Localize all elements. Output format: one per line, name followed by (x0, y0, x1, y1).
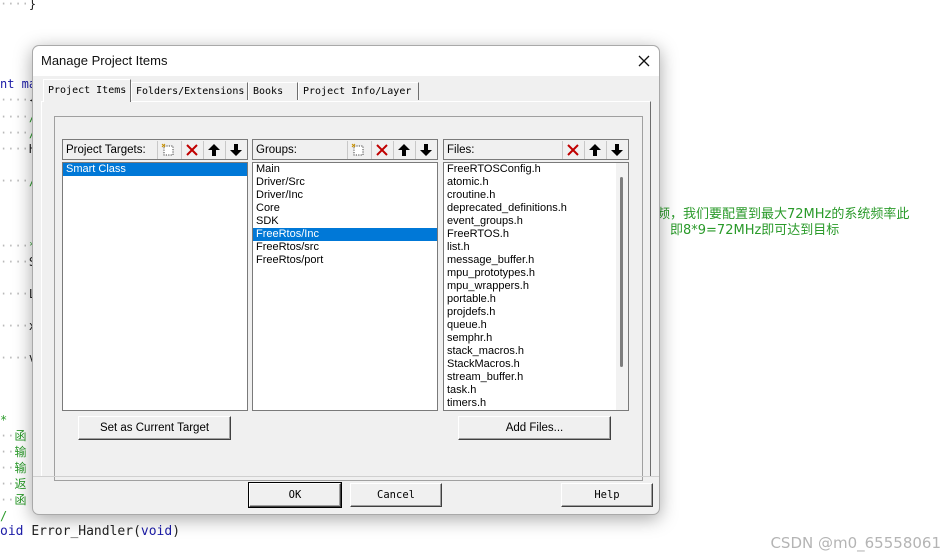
list-item[interactable]: projdefs.h (444, 306, 628, 319)
code-line: ····{ (0, 93, 36, 107)
code-line: ····/ (0, 110, 36, 124)
code-line: ··返 (0, 477, 27, 491)
groups-header: Groups: (252, 139, 438, 160)
new-item-icon (161, 143, 173, 156)
code-line: ··输 (0, 445, 27, 459)
delete-target-button[interactable] (181, 141, 201, 159)
cancel-button[interactable]: Cancel (350, 483, 442, 507)
new-item-icon (351, 143, 363, 156)
list-item[interactable]: deprecated_definitions.h (444, 202, 628, 215)
targets-header: Project Targets: (62, 139, 248, 160)
list-item[interactable]: stack_macros.h (444, 345, 628, 358)
arrow-up-icon (397, 144, 410, 156)
list-item[interactable]: semphr.h (444, 332, 628, 345)
dialog-title: Manage Project Items (41, 53, 168, 68)
list-item[interactable]: croutine.h (444, 189, 628, 202)
code-line-error-handler: oid Error_Handler(void) (0, 524, 181, 539)
list-item[interactable]: Smart Class (63, 163, 247, 176)
code-line: ··函 (0, 493, 27, 507)
tab-folders-extensions[interactable]: Folders/Extensions (131, 82, 248, 100)
delete-icon (185, 144, 198, 156)
list-item[interactable]: StackMacros.h (444, 358, 628, 371)
code-comment-line: 即8*9=72MHz即可达到目标 (670, 223, 840, 238)
list-item[interactable]: FreeRtos/src (253, 241, 437, 254)
list-item[interactable]: FreeRtos/port (253, 254, 437, 267)
arrow-down-icon (229, 144, 242, 156)
tab-project-info-layer[interactable]: Project Info/Layer (298, 82, 419, 100)
list-item[interactable]: mpu_wrappers.h (444, 280, 628, 293)
tab-project-items[interactable]: Project Items (43, 79, 131, 102)
close-button[interactable] (629, 46, 659, 76)
move-target-up-button[interactable] (203, 141, 223, 159)
code-line: ····} (0, 0, 37, 11)
code-line: nt ma (0, 77, 37, 91)
list-item[interactable]: mpu_prototypes.h (444, 267, 628, 280)
list-item[interactable]: list.h (444, 241, 628, 254)
list-item[interactable]: SDK (253, 215, 437, 228)
move-target-down-button[interactable] (225, 141, 245, 159)
watermark: CSDN @m0_65558061 (770, 534, 941, 552)
list-item[interactable]: Core (253, 202, 437, 215)
code-line: ··输 (0, 461, 27, 475)
list-item[interactable]: task.h (444, 384, 628, 397)
list-item[interactable]: event_groups.h (444, 215, 628, 228)
list-item[interactable]: Driver/Src (253, 176, 437, 189)
list-item[interactable]: FreeRTOS.h (444, 228, 628, 241)
list-item[interactable]: timers.h (444, 397, 628, 410)
delete-icon (566, 144, 579, 156)
code-line: / (0, 509, 8, 523)
files-scrollbar[interactable] (616, 163, 628, 410)
list-item[interactable]: portable.h (444, 293, 628, 306)
new-target-button[interactable] (157, 141, 177, 159)
move-group-up-button[interactable] (393, 141, 413, 159)
list-item[interactable]: atomic.h (444, 176, 628, 189)
delete-group-button[interactable] (371, 141, 391, 159)
dialog-titlebar[interactable]: Manage Project Items (33, 46, 659, 76)
code-line: ····/ (0, 126, 36, 140)
arrow-up-icon (207, 144, 220, 156)
list-item[interactable]: stream_buffer.h (444, 371, 628, 384)
list-item[interactable]: Driver/Inc (253, 189, 437, 202)
close-icon (638, 55, 650, 67)
code-line: ··函 (0, 429, 27, 443)
move-group-down-button[interactable] (415, 141, 435, 159)
files-header: Files: (443, 139, 629, 160)
delete-icon (375, 144, 388, 156)
delete-file-button[interactable] (562, 141, 582, 159)
list-item[interactable]: queue.h (444, 319, 628, 332)
list-item[interactable]: message_buffer.h (444, 254, 628, 267)
move-file-up-button[interactable] (584, 141, 604, 159)
arrow-down-icon (610, 144, 623, 156)
manage-project-items-dialog: Manage Project Items Project Items Folde… (32, 45, 660, 515)
list-item[interactable]: FreeRTOSConfig.h (444, 163, 628, 176)
arrow-up-icon (588, 144, 601, 156)
move-file-down-button[interactable] (606, 141, 626, 159)
groups-list[interactable]: Main Driver/Src Driver/Inc Core SDK Free… (252, 162, 438, 411)
files-label: Files: (447, 144, 475, 156)
code-line: ····/ (0, 174, 36, 188)
list-item[interactable]: Main (253, 163, 437, 176)
targets-list[interactable]: Smart Class (62, 162, 248, 411)
code-line: * (0, 413, 8, 427)
set-current-target-button[interactable]: Set as Current Target (78, 416, 231, 440)
groups-label: Groups: (256, 144, 297, 156)
add-files-button[interactable]: Add Files... (458, 416, 611, 440)
new-group-button[interactable] (347, 141, 367, 159)
help-button[interactable]: Help (561, 483, 653, 507)
files-list[interactable]: FreeRTOSConfig.h atomic.h croutine.h dep… (443, 162, 629, 411)
footer-separator (33, 476, 659, 477)
ok-button[interactable]: OK (248, 482, 342, 508)
targets-label: Project Targets: (66, 144, 146, 156)
scrollbar-thumb[interactable] (620, 177, 623, 367)
list-item[interactable]: FreeRtos/Inc (253, 228, 437, 241)
tab-books[interactable]: Books (248, 82, 298, 100)
arrow-down-icon (419, 144, 432, 156)
